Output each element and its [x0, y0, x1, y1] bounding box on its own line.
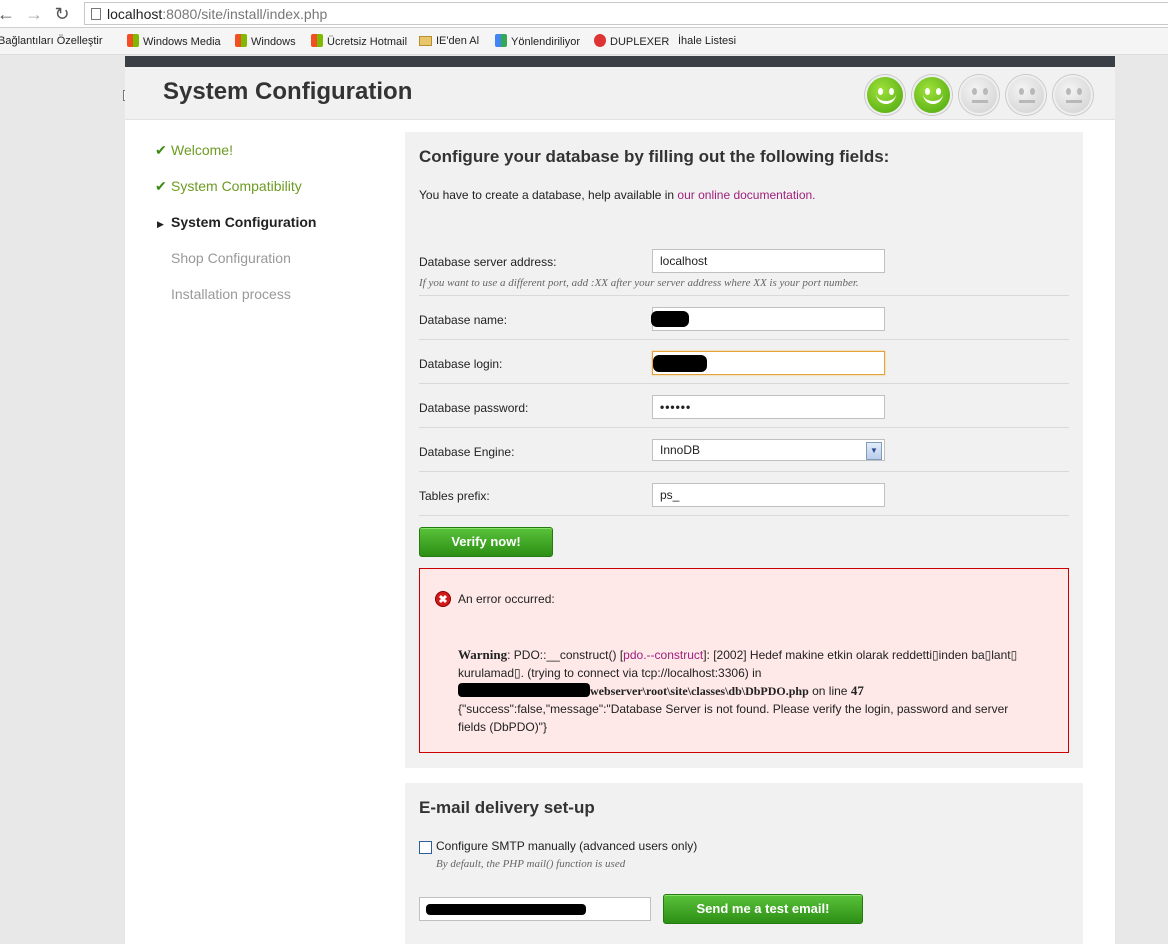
- bookmark-item[interactable]: Yönlendiriliyor: [495, 34, 580, 50]
- redirect-icon: [495, 34, 507, 47]
- sidebar-step-system-configuration: ▶ System Configuration: [157, 214, 317, 230]
- test-email-input[interactable]: [419, 897, 651, 921]
- password-row: Database password: ••••••: [419, 384, 1069, 428]
- windows-icon: [311, 34, 323, 47]
- error-title: An error occurred:: [458, 592, 555, 606]
- bookmark-item[interactable]: IE'den Al: [419, 34, 479, 50]
- redacted-mark: [653, 355, 707, 372]
- sidebar-step-welcome[interactable]: ✔ Welcome!: [155, 142, 233, 159]
- database-engine-select[interactable]: InnoDB ▼: [652, 439, 885, 461]
- error-message-box: ✖ An error occurred: Warning: PDO::__con…: [419, 568, 1069, 753]
- database-intro: You have to create a database, help avai…: [419, 188, 816, 202]
- reload-icon[interactable]: ↻: [52, 4, 72, 24]
- database-name-input[interactable]: [651, 307, 885, 331]
- arrow-right-icon: ▶: [157, 219, 164, 229]
- page-icon: [91, 8, 101, 20]
- progress-step-pending-icon: [1053, 75, 1093, 115]
- engine-row: Database Engine: InnoDB ▼: [419, 428, 1069, 472]
- windows-icon: [235, 34, 247, 47]
- redacted-mark: [426, 904, 586, 915]
- progress-step-done-icon: [865, 75, 905, 115]
- database-config-panel: Configure your database by filling out t…: [405, 132, 1083, 768]
- windows-icon: [127, 34, 139, 47]
- progress-step-pending-icon: [1006, 75, 1046, 115]
- documentation-link[interactable]: our online documentation.: [677, 188, 815, 202]
- verify-button[interactable]: Verify now!: [419, 527, 553, 557]
- sidebar-step-installation: Installation process: [171, 286, 291, 302]
- top-strip: [125, 56, 1115, 67]
- bookmark-item[interactable]: DUPLEXER: [594, 34, 669, 50]
- bookmark-item[interactable]: Windows Media: [127, 34, 221, 50]
- bookmark-item[interactable]: Bağlantıları Özelleştir: [0, 34, 132, 101]
- checkmark-icon: ✔: [155, 142, 167, 158]
- database-password-input[interactable]: ••••••: [652, 395, 885, 419]
- database-login-input[interactable]: [652, 351, 885, 375]
- server-row: Database server address: localhost If yo…: [419, 248, 1069, 296]
- url-text: localhost:8080/site/install/index.php: [107, 6, 328, 22]
- database-heading: Configure your database by filling out t…: [419, 147, 890, 166]
- progress-step-pending-icon: [959, 75, 999, 115]
- engine-label: Database Engine:: [419, 445, 515, 459]
- prefix-row: Tables prefix: ps_: [419, 472, 1069, 516]
- folder-icon: [419, 36, 432, 46]
- installer-page: System Configuration ✔ Welcome! ✔ System C…: [125, 56, 1115, 944]
- smtp-label[interactable]: Configure SMTP manually (advanced users …: [436, 839, 697, 853]
- redacted-mark: [458, 683, 590, 697]
- send-test-email-button[interactable]: Send me a test email!: [663, 894, 863, 924]
- forward-icon[interactable]: →: [24, 4, 44, 24]
- page-header: System Configuration: [125, 67, 1115, 120]
- email-setup-panel: E-mail delivery set-up Configure SMTP ma…: [405, 783, 1083, 944]
- url-input[interactable]: localhost:8080/site/install/index.php: [84, 2, 1168, 25]
- password-label: Database password:: [419, 401, 529, 415]
- name-label: Database name:: [419, 313, 508, 327]
- name-row: Database name:: [419, 296, 1069, 340]
- login-row: Database login:: [419, 340, 1069, 384]
- sidebar-step-shop-configuration: Shop Configuration: [171, 250, 291, 266]
- progress-step-done-icon: [912, 75, 952, 115]
- pdo-construct-link[interactable]: pdo.--construct: [623, 648, 703, 662]
- server-address-input[interactable]: localhost: [652, 249, 885, 273]
- smtp-checkbox[interactable]: [419, 841, 432, 854]
- page-title: System Configuration: [163, 78, 413, 105]
- browser-address-bar: ← → ↻ localhost:8080/site/install/index.…: [0, 0, 1168, 28]
- server-label: Database server address:: [419, 255, 557, 269]
- bookmarks-bar: Bağlantıları Özelleştir Windows Media Wi…: [0, 28, 1168, 101]
- checkmark-icon: ✔: [155, 178, 167, 194]
- login-label: Database login:: [419, 357, 503, 371]
- error-icon: ✖: [435, 591, 451, 607]
- sidebar-step-compatibility[interactable]: ✔ System Compatibility: [155, 178, 302, 195]
- server-hint: If you want to use a different port, add…: [419, 277, 859, 289]
- email-heading: E-mail delivery set-up: [419, 798, 595, 817]
- duplexer-icon: [594, 34, 606, 47]
- chevron-down-icon: ▼: [866, 442, 882, 460]
- error-details: Warning: PDO::__construct() [pdo.--const…: [458, 647, 1018, 734]
- bookmark-item[interactable]: Ücretsiz Hotmail: [311, 34, 407, 50]
- redacted-mark: [651, 311, 689, 327]
- smtp-hint: By default, the PHP mail() function is u…: [436, 858, 626, 870]
- bookmark-item[interactable]: Windows: [235, 34, 296, 50]
- bookmark-item[interactable]: İhale Listesi: [678, 34, 812, 101]
- tables-prefix-input[interactable]: ps_: [652, 483, 885, 507]
- back-icon[interactable]: ←: [0, 4, 16, 24]
- prefix-label: Tables prefix:: [419, 489, 490, 503]
